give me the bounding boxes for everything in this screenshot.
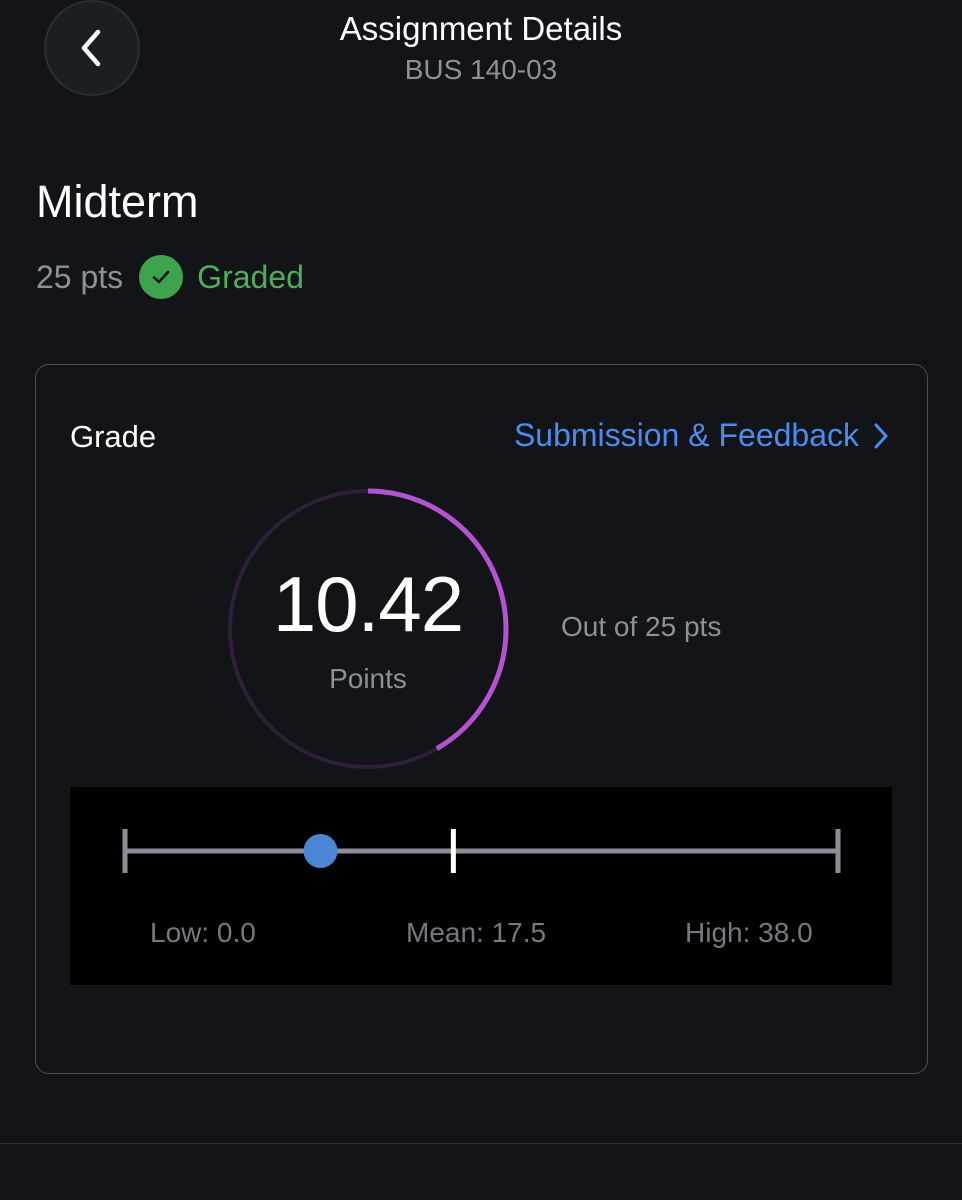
chevron-right-icon — [874, 423, 888, 448]
submission-feedback-link[interactable]: Submission & Feedback — [514, 417, 889, 454]
score-ring: 10.42 Points — [226, 487, 510, 771]
submission-feedback-label: Submission & Feedback — [513, 417, 859, 453]
assignment-details-screen: Assignment Details BUS 140-03 Midterm 25… — [0, 0, 962, 1200]
check-circle-icon — [139, 255, 184, 299]
grade-label: Grade — [70, 419, 157, 454]
score-marker — [303, 834, 338, 868]
high-stat: High: 38.0 — [685, 917, 813, 948]
status-badge: Graded — [197, 258, 304, 295]
mean-stat: Mean: 17.5 — [406, 917, 547, 948]
grade-card: Grade Submission & Feedback 10.42 Points… — [35, 364, 928, 1074]
assignment-meta: 25 pts Graded — [36, 254, 304, 300]
page-title: Assignment Details — [339, 10, 623, 47]
score-distribution: Low: 0.0 Mean: 17.5 High: 38.0 — [70, 787, 892, 985]
low-stat: Low: 0.0 — [150, 917, 256, 948]
assignment-title: Midterm — [36, 176, 199, 227]
score-unit: Points — [329, 663, 407, 694]
out-of-points: Out of 25 pts — [561, 611, 722, 642]
score-value: 10.42 — [272, 560, 464, 648]
assignment-points: 25 pts — [36, 258, 124, 295]
course-code: BUS 140-03 — [404, 54, 558, 85]
bottom-divider — [0, 1143, 962, 1144]
